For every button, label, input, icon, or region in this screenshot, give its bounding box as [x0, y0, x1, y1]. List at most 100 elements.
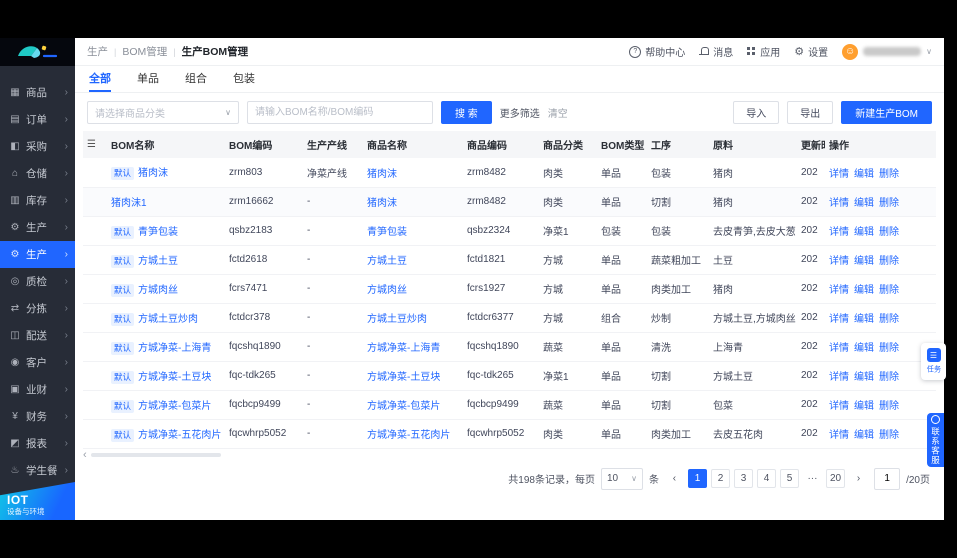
- row-action-删除[interactable]: 删除: [879, 401, 899, 412]
- tab-全部[interactable]: 全部: [89, 66, 111, 92]
- column-settings-icon[interactable]: ☰: [87, 139, 96, 150]
- row-action-详情[interactable]: 详情: [829, 343, 849, 354]
- pagination-page-1[interactable]: 1: [687, 469, 707, 488]
- sidebar-item-学生餐[interactable]: ♨ 学生餐 ›: [0, 457, 75, 484]
- bom-name-link[interactable]: 方城肉丝: [138, 285, 178, 296]
- bom-name-link[interactable]: 方城净菜-五花肉片: [138, 430, 221, 441]
- row-action-删除[interactable]: 删除: [879, 169, 899, 180]
- product-name-link[interactable]: 方城土豆炒肉: [367, 314, 427, 325]
- product-name-link[interactable]: 猪肉沫: [367, 198, 397, 209]
- clear-filters-link[interactable]: 清空: [548, 105, 568, 120]
- sidebar-item-生产[interactable]: ⚙ 生产 ›: [0, 241, 75, 268]
- row-action-编辑[interactable]: 编辑: [854, 169, 874, 180]
- row-action-删除[interactable]: 删除: [879, 227, 899, 238]
- page-size-select[interactable]: 10 ∨: [600, 467, 643, 490]
- row-action-编辑[interactable]: 编辑: [854, 314, 874, 325]
- row-action-编辑[interactable]: 编辑: [854, 343, 874, 354]
- row-action-详情[interactable]: 详情: [829, 401, 849, 412]
- pagination-page-3[interactable]: 3: [733, 469, 753, 488]
- product-name-link[interactable]: 方城净菜-五花肉片: [367, 430, 450, 441]
- product-name-link[interactable]: 方城净菜-土豆块: [367, 372, 440, 383]
- row-action-删除[interactable]: 删除: [879, 198, 899, 209]
- breadcrumb-item[interactable]: BOM管理: [122, 44, 167, 59]
- product-name-link[interactable]: 青笋包装: [367, 227, 407, 238]
- sidebar-item-订单[interactable]: ▤ 订单 ›: [0, 106, 75, 133]
- customer-service-button[interactable]: 联系客服: [927, 413, 944, 467]
- bom-keyword-input[interactable]: [247, 100, 433, 124]
- sidebar-item-商品[interactable]: ▦ 商品 ›: [0, 79, 75, 106]
- topbar-gear-button[interactable]: 设置: [794, 44, 828, 59]
- bom-name-link[interactable]: 方城净菜-上海青: [138, 343, 211, 354]
- sidebar-item-仓储[interactable]: ⌂ 仓储 ›: [0, 160, 75, 187]
- row-action-编辑[interactable]: 编辑: [854, 430, 874, 441]
- pagination-page-2[interactable]: 2: [710, 469, 730, 488]
- export-button[interactable]: 导出: [787, 100, 834, 124]
- hscroll-left-arrow[interactable]: ‹: [83, 449, 87, 460]
- sidebar-item-业财[interactable]: ▣ 业财 ›: [0, 376, 75, 403]
- row-action-详情[interactable]: 详情: [829, 256, 849, 267]
- tab-包装[interactable]: 包装: [233, 66, 255, 92]
- row-action-编辑[interactable]: 编辑: [854, 372, 874, 383]
- sidebar-item-配送[interactable]: ◫ 配送 ›: [0, 322, 75, 349]
- product-name-link[interactable]: 方城土豆: [367, 256, 407, 267]
- bom-name-link[interactable]: 青笋包装: [138, 227, 178, 238]
- sidebar-item-质检[interactable]: ◎ 质检 ›: [0, 268, 75, 295]
- topbar-help-button[interactable]: 帮助中心: [629, 44, 685, 59]
- row-action-详情[interactable]: 详情: [829, 430, 849, 441]
- topbar-apps-button[interactable]: 应用: [747, 44, 780, 59]
- sidebar-item-财务[interactable]: ¥ 财务 ›: [0, 403, 75, 430]
- bom-name-link[interactable]: 猪肉沫1: [111, 198, 147, 209]
- row-action-编辑[interactable]: 编辑: [854, 227, 874, 238]
- row-action-详情[interactable]: 详情: [829, 227, 849, 238]
- row-action-详情[interactable]: 详情: [829, 198, 849, 209]
- breadcrumb-item[interactable]: 生产BOM管理: [182, 44, 249, 59]
- pagination-page-5[interactable]: 5: [779, 469, 799, 488]
- topbar-bell-button[interactable]: 消息: [699, 44, 733, 59]
- search-button[interactable]: 搜 索: [441, 100, 492, 124]
- row-action-详情[interactable]: 详情: [829, 285, 849, 296]
- tab-单品[interactable]: 单品: [137, 66, 159, 92]
- row-action-删除[interactable]: 删除: [879, 343, 899, 354]
- task-float-button[interactable]: ☰ 任务: [921, 343, 946, 380]
- product-name-link[interactable]: 猪肉沫: [367, 169, 397, 180]
- row-action-编辑[interactable]: 编辑: [854, 256, 874, 267]
- row-action-详情[interactable]: 详情: [829, 314, 849, 325]
- sidebar-item-分拣[interactable]: ⇄ 分拣 ›: [0, 295, 75, 322]
- bom-name-link[interactable]: 方城净菜-土豆块: [138, 372, 211, 383]
- product-name-link[interactable]: 方城净菜-包菜片: [367, 401, 440, 412]
- row-action-编辑[interactable]: 编辑: [854, 285, 874, 296]
- row-action-编辑[interactable]: 编辑: [854, 198, 874, 209]
- row-action-编辑[interactable]: 编辑: [854, 401, 874, 412]
- bom-name-link[interactable]: 猪肉沫: [138, 168, 168, 179]
- product-name-link[interactable]: 方城肉丝: [367, 285, 407, 296]
- pagination-next[interactable]: ›: [849, 469, 868, 488]
- iot-banner[interactable]: IOT 设备与环境: [0, 482, 75, 520]
- pagination-prev[interactable]: ‹: [665, 469, 684, 488]
- breadcrumb-item[interactable]: 生产: [87, 44, 108, 59]
- sidebar-item-生产[interactable]: ⚙ 生产 ›: [0, 214, 75, 241]
- product-name-link[interactable]: 方城净菜-上海青: [367, 343, 440, 354]
- sidebar-item-报表[interactable]: ◩ 报表 ›: [0, 430, 75, 457]
- create-bom-button[interactable]: 新建生产BOM: [841, 100, 932, 124]
- row-action-删除[interactable]: 删除: [879, 314, 899, 325]
- row-action-详情[interactable]: 详情: [829, 372, 849, 383]
- row-action-删除[interactable]: 删除: [879, 256, 899, 267]
- bom-name-link[interactable]: 方城净菜-包菜片: [138, 401, 211, 412]
- hscroll-thumb[interactable]: [90, 452, 221, 457]
- sidebar-item-库存[interactable]: ▥ 库存 ›: [0, 187, 75, 214]
- row-action-详情[interactable]: 详情: [829, 169, 849, 180]
- pagination-page-20[interactable]: 20: [825, 469, 846, 488]
- sidebar-item-采购[interactable]: ◧ 采购 ›: [0, 133, 75, 160]
- more-filters-link[interactable]: 更多筛选: [500, 105, 540, 120]
- row-action-删除[interactable]: 删除: [879, 285, 899, 296]
- page-jump-input[interactable]: [874, 467, 901, 490]
- import-button[interactable]: 导入: [733, 100, 780, 124]
- tab-组合[interactable]: 组合: [185, 66, 207, 92]
- bom-name-link[interactable]: 方城土豆: [138, 256, 178, 267]
- category-select[interactable]: 请选择商品分类 ∨: [87, 100, 239, 124]
- row-action-删除[interactable]: 删除: [879, 372, 899, 383]
- row-action-删除[interactable]: 删除: [879, 430, 899, 441]
- user-menu[interactable]: ☺ ∨: [842, 43, 932, 60]
- pagination-page-4[interactable]: 4: [756, 469, 776, 488]
- bom-name-link[interactable]: 方城土豆炒肉: [138, 314, 198, 325]
